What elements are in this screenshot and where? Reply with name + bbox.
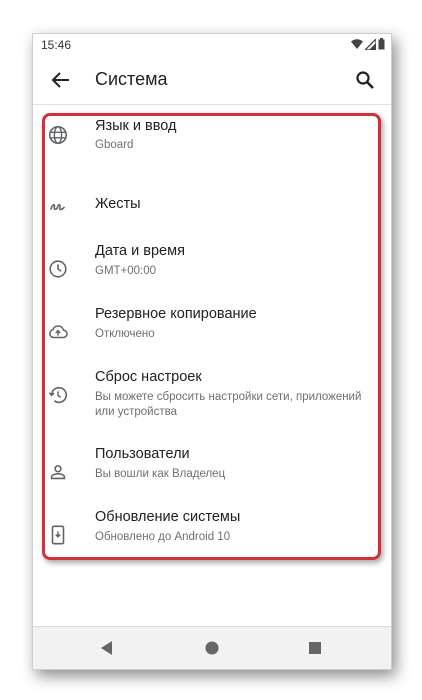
settings-item-subtitle: Вы можете сбросить настройки сети, прило… [95, 391, 362, 418]
back-arrow-icon[interactable] [49, 68, 73, 92]
nav-back-icon[interactable] [98, 639, 116, 657]
wifi-icon [351, 38, 363, 49]
app-bar: Система [33, 56, 391, 105]
settings-item-title: Обновление системы [95, 509, 241, 525]
settings-item-subtitle: Отключено [95, 328, 155, 340]
settings-item-title: Резервное копирование [95, 306, 257, 322]
settings-item-title: Пользователи [95, 446, 190, 462]
settings-list: Язык и ввод Gboard Жесты Дата и время GM… [33, 112, 391, 567]
status-time: 15:46 [41, 38, 72, 52]
person-icon [50, 465, 66, 480]
nav-recents-icon[interactable] [306, 639, 324, 657]
search-icon[interactable] [353, 68, 377, 92]
signal-icon [365, 38, 376, 50]
gesture-icon [49, 203, 66, 211]
settings-item-reset[interactable]: Сброс настроек Вы можете сбросить настро… [33, 364, 391, 441]
settings-item-subtitle: Вы вошли как Владелец [95, 468, 226, 480]
history-icon [48, 386, 67, 404]
navigation-bar [33, 626, 391, 669]
settings-item-date-time[interactable]: Дата и время GMT+00:00 [33, 238, 391, 301]
phone-frame: 15:46 Система Язык и ввод Gboard Жесты Д… [32, 33, 392, 670]
settings-item-gestures[interactable]: Жесты [33, 175, 391, 238]
nav-home-icon[interactable] [203, 639, 221, 657]
settings-item-subtitle: GMT+00:00 [95, 265, 157, 277]
settings-item-system-update[interactable]: Обновление системы Обновлено до Android … [33, 504, 391, 567]
settings-item-title: Жесты [95, 196, 141, 212]
settings-item-language[interactable]: Язык и ввод Gboard [33, 112, 391, 175]
status-icons [351, 38, 385, 50]
cloud-upload-icon [49, 325, 68, 339]
globe-icon [48, 125, 68, 145]
status-bar: 15:46 [33, 34, 391, 56]
settings-item-backup[interactable]: Резервное копирование Отключено [33, 301, 391, 364]
page-title: Система [95, 69, 168, 89]
battery-icon [378, 38, 385, 50]
settings-item-title: Сброс настроек [95, 369, 202, 385]
system-update-icon [51, 525, 65, 545]
settings-item-subtitle: Обновлено до Android 10 [95, 531, 231, 543]
settings-item-title: Дата и время [95, 243, 185, 259]
settings-item-subtitle: Gboard [95, 139, 134, 151]
settings-item-users[interactable]: Пользователи Вы вошли как Владелец [33, 441, 391, 504]
clock-icon [49, 260, 67, 278]
settings-item-title: Язык и ввод [95, 118, 177, 134]
